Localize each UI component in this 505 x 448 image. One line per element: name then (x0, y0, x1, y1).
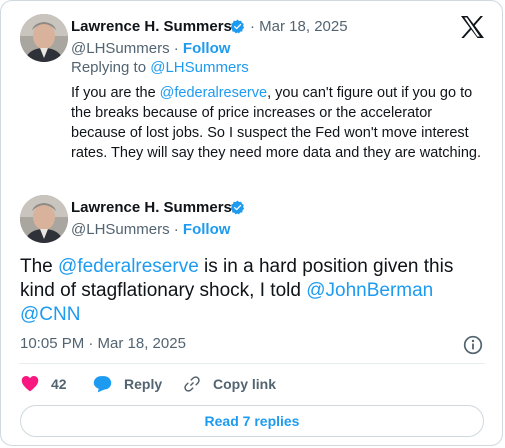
handle-line: @LHSummers · Follow (71, 221, 230, 238)
verified-badge-icon (230, 200, 245, 215)
separator: · (173, 40, 179, 57)
text-segment: If you are the (71, 85, 160, 101)
mention-federalreserve-link[interactable]: @federalreserve (58, 256, 199, 277)
replying-prefix: Replying to (71, 59, 147, 76)
link-icon (184, 376, 200, 392)
main-tweet-text: The @federalreserve is in a hard positio… (20, 255, 490, 327)
tweet-date[interactable]: · Mar 18, 2025 (250, 18, 348, 35)
replying-handle-link[interactable]: @LHSummers (150, 59, 249, 76)
text-segment: The (20, 256, 59, 277)
x-logo-icon[interactable] (460, 16, 484, 38)
read-replies-button[interactable]: Read 7 replies (20, 405, 484, 437)
follow-button[interactable]: Follow (183, 221, 231, 238)
copy-link-label: Copy link (213, 376, 277, 392)
replying-to: Replying to @LHSummers (71, 59, 249, 76)
info-icon[interactable] (463, 335, 483, 355)
reply-button[interactable]: Reply (93, 375, 162, 393)
like-button[interactable]: 42 (21, 375, 67, 392)
mention-cnn-link[interactable]: @CNN (20, 304, 80, 325)
avatar[interactable] (20, 195, 68, 243)
divider (19, 363, 485, 364)
verified-badge-icon (230, 19, 245, 34)
separator: · (250, 18, 255, 35)
copy-link-button[interactable]: Copy link (183, 375, 276, 393)
handle-line: @LHSummers · Follow (71, 40, 230, 57)
like-count: 42 (51, 375, 67, 392)
avatar[interactable] (20, 14, 68, 62)
date-text[interactable]: Mar 18, 2025 (259, 18, 347, 35)
tweet-embed-card: Lawrence H. Summers · Mar 18, 2025 @LHSu… (0, 0, 503, 446)
mention-johnberman-link[interactable]: @JohnBerman (306, 280, 433, 301)
read-replies-label: Read 7 replies (204, 413, 300, 429)
heart-icon (21, 376, 39, 392)
author-handle[interactable]: @LHSummers (71, 221, 170, 238)
parent-tweet-text: If you are the @federalreserve, you can'… (71, 83, 483, 163)
tweet-timestamp-link[interactable]: 10:05 PM · Mar 18, 2025 (20, 335, 186, 352)
author-handle[interactable]: @LHSummers (71, 40, 170, 57)
follow-button[interactable]: Follow (183, 40, 231, 57)
author-name[interactable]: Lawrence H. Summers (71, 199, 232, 216)
mention-federalreserve-link[interactable]: @federalreserve (160, 85, 267, 101)
author-name[interactable]: Lawrence H. Summers (71, 18, 232, 35)
separator: · (173, 221, 179, 238)
reply-label: Reply (124, 376, 163, 392)
reply-bubble-icon (93, 376, 112, 393)
